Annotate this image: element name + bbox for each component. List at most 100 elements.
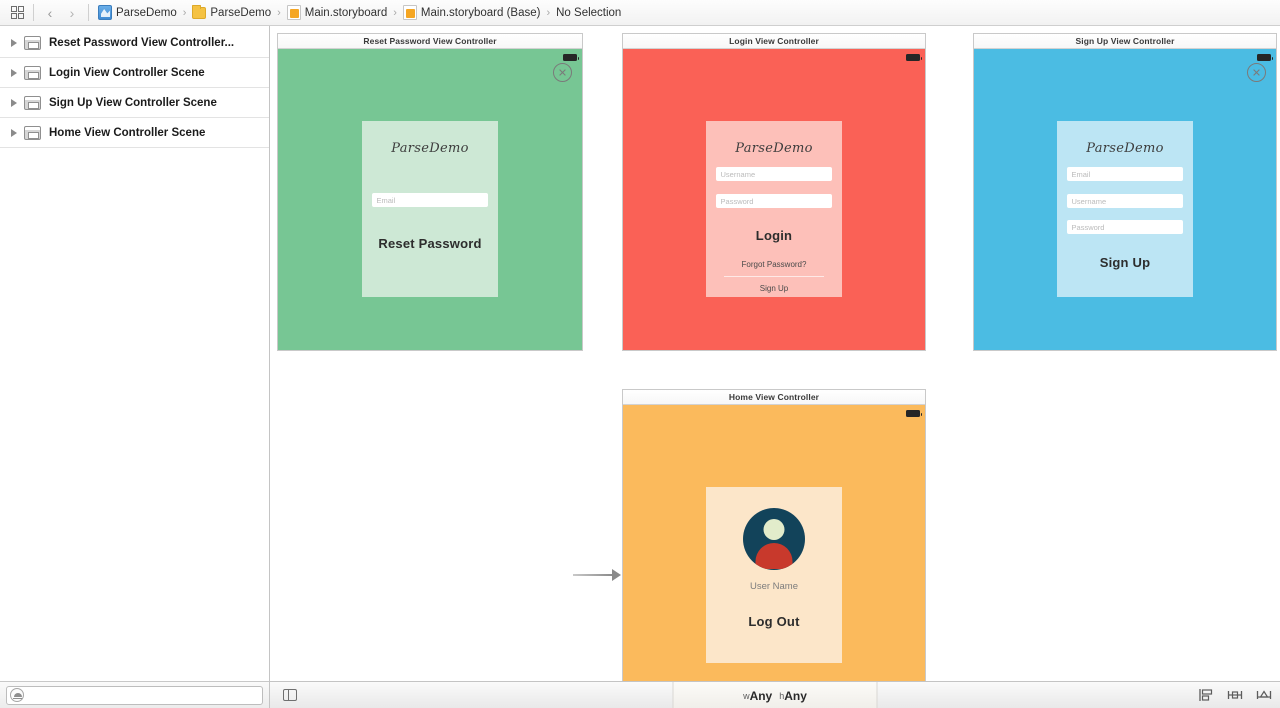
left-panel-toggle-icon[interactable] bbox=[270, 688, 310, 702]
breadcrumb: ParseDemo › ParseDemo › Main.storyboard … bbox=[98, 0, 621, 25]
filter-icon bbox=[10, 688, 24, 702]
constraint-tools bbox=[1199, 688, 1272, 702]
device-view[interactable]: User Name Log Out bbox=[623, 405, 925, 681]
breadcrumb-separator: › bbox=[277, 6, 281, 19]
breadcrumb-separator: › bbox=[393, 6, 397, 19]
password-field[interactable]: Password bbox=[715, 194, 833, 208]
disclosure-triangle-icon[interactable] bbox=[6, 65, 22, 81]
signup-link[interactable]: Sign Up bbox=[760, 284, 788, 293]
disclosure-triangle-icon[interactable] bbox=[6, 95, 22, 111]
logout-button[interactable]: Log Out bbox=[748, 614, 799, 629]
align-icon[interactable] bbox=[1199, 688, 1214, 702]
filter-field[interactable] bbox=[6, 685, 263, 705]
device-view[interactable]: ParseDemo Username Password Login Forgot… bbox=[623, 49, 925, 350]
breadcrumb-item-storyboard-base[interactable]: Main.storyboard (Base) bbox=[402, 5, 541, 20]
scene-title: Home View Controller bbox=[623, 390, 925, 405]
forward-chevron-icon[interactable]: › bbox=[61, 4, 83, 22]
signup-button[interactable]: Sign Up bbox=[1100, 255, 1151, 270]
email-field[interactable]: Email bbox=[371, 193, 489, 207]
password-field[interactable]: Password bbox=[1066, 220, 1184, 234]
close-icon[interactable] bbox=[553, 63, 572, 82]
filter-input[interactable] bbox=[24, 689, 262, 701]
app-logo: ParseDemo bbox=[1086, 141, 1164, 156]
storyboard-canvas[interactable]: Reset Password View Controller ParseDemo… bbox=[270, 26, 1280, 681]
sidebar-item-label: Reset Password View Controller... bbox=[49, 36, 235, 49]
scene-home-view-controller[interactable]: Home View Controller User Name Log Out bbox=[623, 390, 925, 681]
device-view[interactable]: ParseDemo Email Reset Password bbox=[278, 49, 582, 350]
breadcrumb-label: No Selection bbox=[556, 6, 622, 19]
scene-title: Reset Password View Controller bbox=[278, 34, 582, 49]
battery-icon bbox=[563, 54, 579, 61]
login-button[interactable]: Login bbox=[756, 228, 792, 243]
breadcrumb-item-storyboard[interactable]: Main.storyboard bbox=[286, 5, 388, 20]
username-field[interactable]: Username bbox=[715, 167, 833, 181]
breadcrumb-label: ParseDemo bbox=[210, 6, 272, 19]
xcode-project-icon bbox=[98, 5, 112, 20]
scene-reset-password-view-controller[interactable]: Reset Password View Controller ParseDemo… bbox=[278, 34, 582, 350]
sidebar-item-home-scene[interactable]: Home View Controller Scene bbox=[0, 118, 269, 148]
device-view[interactable]: ParseDemo Email Username Password Sign U… bbox=[974, 49, 1276, 350]
width-size-class: Any bbox=[749, 688, 773, 703]
toolbar-divider-2 bbox=[88, 4, 89, 21]
sidebar-item-reset-password-scene[interactable]: Reset Password View Controller... bbox=[0, 28, 269, 58]
arrow-head-icon bbox=[612, 569, 621, 581]
interface-builder-canvas-wrap: Reset Password View Controller ParseDemo… bbox=[270, 26, 1280, 708]
app-logo: ParseDemo bbox=[735, 141, 813, 156]
breadcrumb-item-project[interactable]: ParseDemo bbox=[98, 5, 177, 20]
battery-icon bbox=[1257, 54, 1273, 61]
view-controller-icon bbox=[24, 35, 41, 50]
sidebar-footer bbox=[0, 681, 269, 708]
breadcrumb-label: Main.storyboard (Base) bbox=[420, 6, 541, 19]
sidebar-item-signup-scene[interactable]: Sign Up View Controller Scene bbox=[0, 88, 269, 118]
sidebar-item-login-scene[interactable]: Login View Controller Scene bbox=[0, 58, 269, 88]
height-size-class: Any bbox=[784, 688, 807, 703]
username-field[interactable]: Username bbox=[1066, 194, 1184, 208]
resolve-issues-icon[interactable] bbox=[1256, 688, 1272, 702]
scene-signup-view-controller[interactable]: Sign Up View Controller ParseDemo Email … bbox=[974, 34, 1276, 350]
app-logo: ParseDemo bbox=[391, 141, 469, 156]
breadcrumb-separator: › bbox=[182, 6, 187, 19]
avatar-head bbox=[763, 519, 785, 540]
reset-password-card: ParseDemo Email Reset Password bbox=[362, 121, 498, 297]
storyboard-file-icon bbox=[286, 5, 301, 20]
toolbar-divider-1 bbox=[33, 4, 34, 21]
user-avatar-icon bbox=[743, 508, 805, 570]
username-label: User Name bbox=[749, 581, 799, 592]
back-chevron-icon[interactable]: ‹ bbox=[39, 4, 61, 22]
scene-login-view-controller[interactable]: Login View Controller ParseDemo Username… bbox=[623, 34, 925, 350]
battery-icon bbox=[906, 410, 922, 417]
sidebar-item-label: Home View Controller Scene bbox=[49, 126, 206, 139]
pin-constraints-icon[interactable] bbox=[1227, 688, 1243, 702]
home-card: User Name Log Out bbox=[706, 487, 842, 663]
grid-panel-icon[interactable] bbox=[6, 4, 28, 22]
folder-icon bbox=[192, 5, 207, 19]
initial-view-controller-arrow bbox=[573, 569, 621, 581]
size-class-selector[interactable]: w Any h Any bbox=[672, 682, 878, 708]
breadcrumb-item-folder[interactable]: ParseDemo bbox=[192, 5, 272, 19]
interface-builder-statusbar: w Any h Any bbox=[270, 681, 1280, 708]
close-icon[interactable] bbox=[1247, 63, 1266, 82]
storyboard-file-icon bbox=[402, 5, 417, 20]
scene-title: Sign Up View Controller bbox=[974, 34, 1276, 49]
sidebar-item-label: Login View Controller Scene bbox=[49, 66, 205, 79]
scene-title: Login View Controller bbox=[623, 34, 925, 49]
reset-password-button[interactable]: Reset Password bbox=[378, 236, 481, 251]
document-outline-sidebar: Reset Password View Controller... Login … bbox=[0, 26, 270, 708]
login-card: ParseDemo Username Password Login Forgot… bbox=[706, 121, 842, 297]
breadcrumb-separator: › bbox=[546, 6, 551, 19]
signup-card: ParseDemo Email Username Password Sign U… bbox=[1057, 121, 1193, 297]
breadcrumb-item-selection[interactable]: No Selection bbox=[556, 7, 621, 19]
battery-icon bbox=[906, 54, 922, 61]
scene-outline-list: Reset Password View Controller... Login … bbox=[0, 26, 269, 681]
disclosure-triangle-icon[interactable] bbox=[6, 35, 22, 51]
forgot-password-link[interactable]: Forgot Password? bbox=[742, 260, 807, 269]
arrow-shaft bbox=[573, 574, 613, 576]
disclosure-triangle-icon[interactable] bbox=[6, 125, 22, 141]
view-controller-icon bbox=[24, 125, 41, 140]
avatar-body bbox=[755, 543, 793, 569]
breadcrumb-label: Main.storyboard bbox=[304, 6, 388, 19]
breadcrumb-label: ParseDemo bbox=[116, 6, 177, 19]
divider bbox=[723, 276, 825, 277]
email-field[interactable]: Email bbox=[1066, 167, 1184, 181]
main-split: Reset Password View Controller... Login … bbox=[0, 26, 1280, 708]
